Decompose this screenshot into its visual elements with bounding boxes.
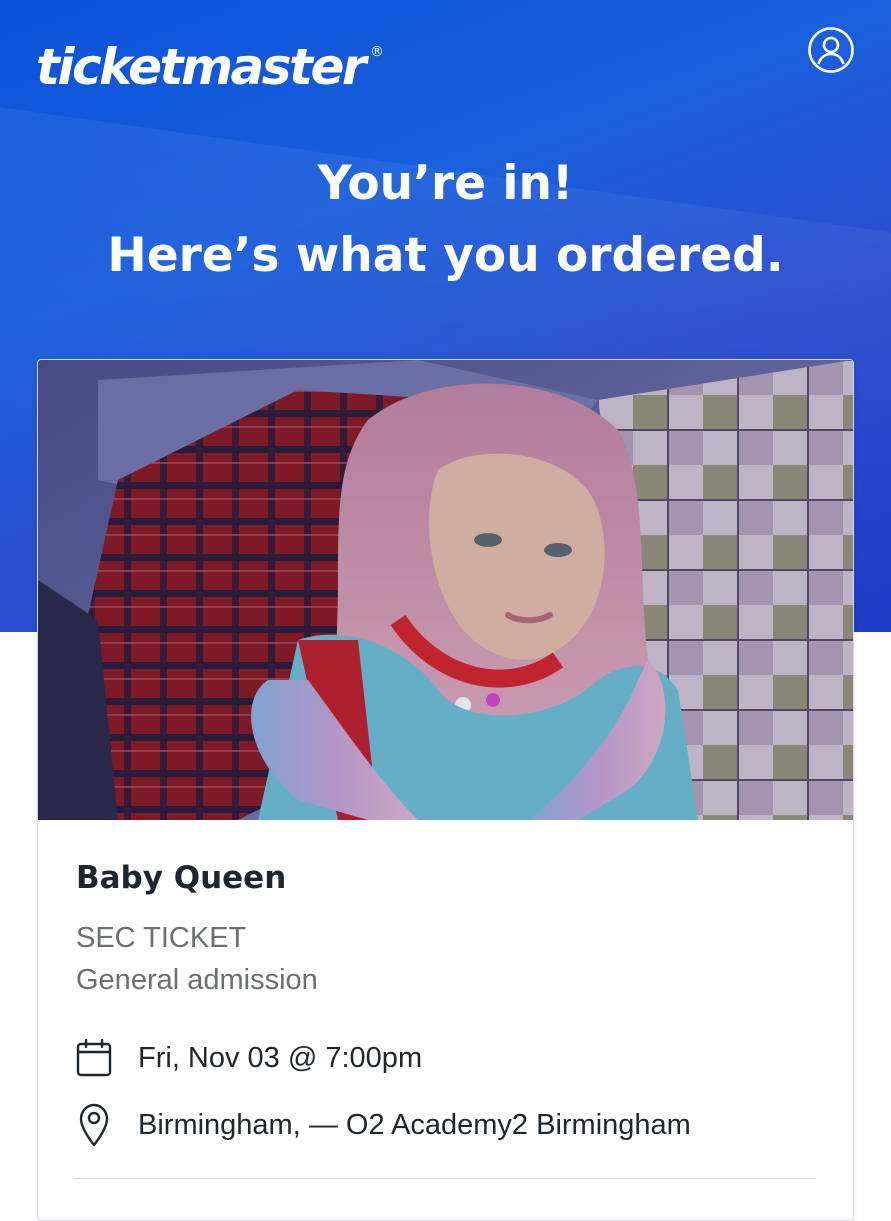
ticketmaster-logo[interactable]: ticketmaster ® [36,22,384,97]
account-button[interactable] [807,26,855,74]
card-divider [74,1178,816,1179]
ticket-type: SEC TICKET [76,922,247,954]
headline-line-2: Here’s what you ordered. [107,228,784,283]
event-venue: Birmingham, — O2 Academy2 Birmingham [138,1108,691,1141]
event-date-row: Fri, Nov 03 @ 7:00pm [74,1036,422,1080]
event-photo [38,360,853,820]
registered-mark: ® [370,44,385,60]
account-circle-icon [808,27,854,73]
order-card: Baby Queen SEC TICKET General admission … [37,359,854,1221]
logo-text: ticketmaster [36,38,367,96]
calendar-icon [74,1036,114,1080]
confirmation-headline: You’re in! Here’s what you ordered. [0,148,891,292]
admission-type: General admission [76,964,318,996]
event-name[interactable]: Baby Queen [76,860,286,896]
event-date-time: Fri, Nov 03 @ 7:00pm [138,1041,423,1074]
headline-line-1: You’re in! [317,156,574,211]
location-pin-icon [74,1103,114,1147]
event-venue-row: Birmingham, — O2 Academy2 Birmingham [74,1103,691,1147]
